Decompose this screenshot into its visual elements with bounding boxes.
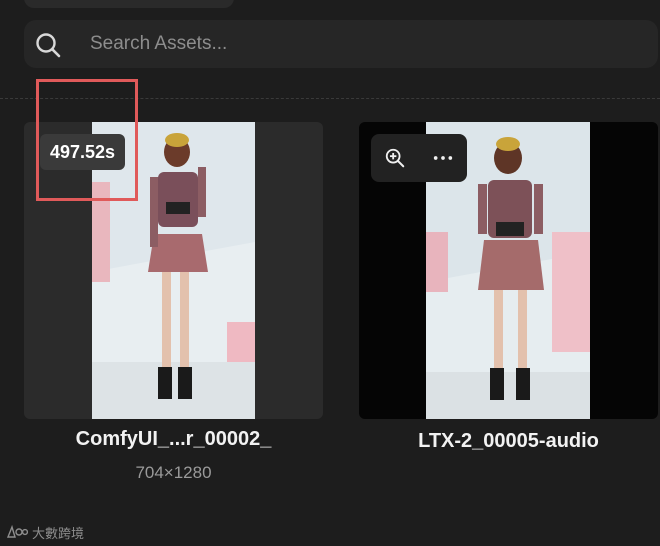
search-input[interactable] bbox=[90, 20, 610, 68]
zoom-in-icon[interactable] bbox=[377, 140, 413, 176]
assets-panel: ComfyUI_...r_00002_ 704×1280 497.52s bbox=[0, 0, 660, 546]
watermark-logo-icon bbox=[6, 524, 28, 538]
asset-action-bar bbox=[371, 134, 467, 182]
asset-dimensions: 704×1280 bbox=[135, 463, 212, 482]
watermark: 大數跨境 bbox=[6, 522, 84, 542]
highlight-annotation bbox=[36, 79, 138, 201]
more-icon[interactable] bbox=[425, 140, 461, 176]
asset-title[interactable]: LTX-2_00005-audio bbox=[359, 430, 658, 453]
watermark-text: 大數跨境 bbox=[32, 525, 85, 541]
asset-title[interactable]: ComfyUI_...r_00002_ bbox=[24, 428, 323, 451]
search-icon bbox=[34, 31, 62, 59]
top-toolbar-pill[interactable] bbox=[24, 0, 234, 8]
